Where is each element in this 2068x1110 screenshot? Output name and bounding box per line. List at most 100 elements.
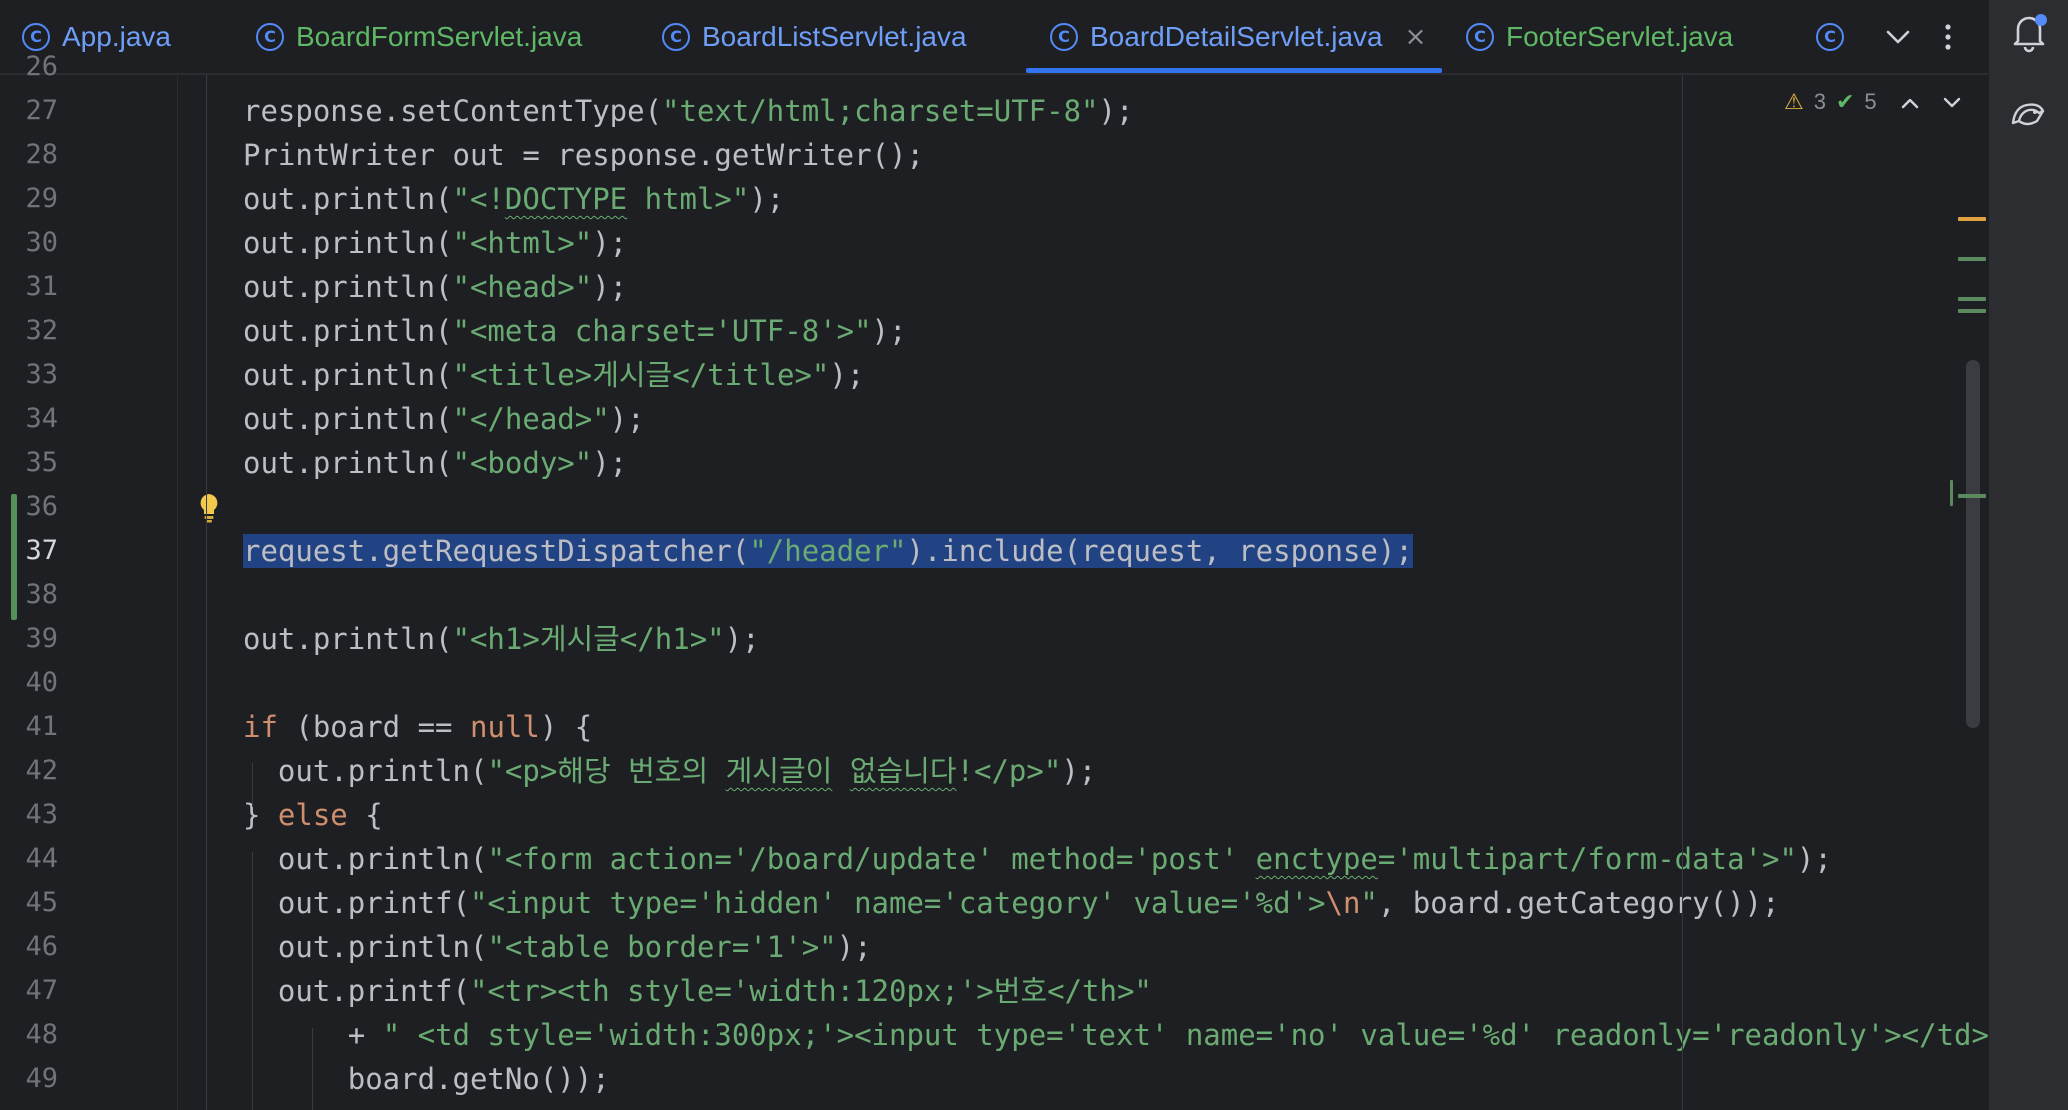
code-token: ); [829, 358, 865, 392]
line-number[interactable]: 36 [0, 485, 58, 529]
arrow-up-icon[interactable] [1901, 90, 1919, 114]
code-editor[interactable]: response.setContentType("text/html;chars… [178, 75, 1988, 1110]
code-line[interactable]: out.println("<!DOCTYPE html>"); [243, 177, 784, 221]
line-number[interactable]: 44 [0, 837, 58, 881]
code-line[interactable]: out.println("<form action='/board/update… [243, 837, 1832, 881]
line-number[interactable]: 34 [0, 397, 58, 441]
line-number[interactable]: 47 [0, 969, 58, 1013]
code-token: request.getRequestDispatcher( [243, 534, 750, 568]
ai-assistant-icon[interactable] [2007, 92, 2051, 136]
warning-marker[interactable] [1958, 217, 1986, 221]
caret-marker [1950, 480, 1953, 506]
tab-boardformservlet-java[interactable]: C BoardFormServlet.java [256, 0, 582, 73]
tab-footerservlet-java[interactable]: C FooterServlet.java [1466, 0, 1733, 73]
code-token: "</head>" [452, 402, 610, 436]
code-line[interactable]: out.printf("<tr><th style='width:120px;'… [243, 969, 1152, 1013]
line-number[interactable]: 40 [0, 661, 58, 705]
close-icon[interactable]: × [1405, 22, 1427, 52]
change-marker[interactable] [1958, 297, 1986, 301]
change-marker[interactable] [1958, 494, 1986, 498]
line-number[interactable]: 42 [0, 749, 58, 793]
code-line[interactable]: request.getRequestDispatcher("/header").… [243, 529, 1413, 573]
indent-guide [312, 1028, 313, 1110]
tab-overflow[interactable]: C [1816, 0, 1856, 73]
code-line[interactable]: out.println("<head>"); [243, 265, 627, 309]
code-token: ); [1098, 94, 1134, 128]
line-number[interactable]: 32 [0, 309, 58, 353]
code-line[interactable]: out.println("</head>"); [243, 397, 645, 441]
code-line[interactable]: response.setContentType("text/html;chars… [243, 89, 1133, 133]
change-marker[interactable] [1958, 257, 1986, 261]
code-token: ); [749, 182, 785, 216]
tab-boarddetailservlet-java[interactable]: C BoardDetailServlet.java × [1050, 0, 1426, 73]
line-number[interactable]: 30 [0, 221, 58, 265]
code-token: ); [592, 270, 628, 304]
class-icon: C [662, 22, 690, 51]
line-number[interactable]: 26 [0, 45, 58, 89]
more-vertical-icon[interactable] [1930, 0, 1966, 73]
indent-guide [206, 75, 207, 1110]
code-token: response.setContentType( [243, 94, 663, 128]
tab-boardlistservlet-java[interactable]: C BoardListServlet.java [662, 0, 967, 73]
notifications-icon[interactable] [2007, 10, 2051, 54]
vcs-change-marker[interactable] [11, 494, 17, 620]
code-line[interactable]: } else { [243, 793, 383, 837]
code-line[interactable]: out.println("<title>게시글</title>"); [243, 353, 864, 397]
inspection-widget[interactable]: ⚠ 3 ✔ 5 [1784, 86, 1961, 118]
line-number[interactable]: 33 [0, 353, 58, 397]
code-token: "text/html;charset=UTF-8" [662, 94, 1099, 128]
code-line[interactable]: out.println("<meta charset='UTF-8'>"); [243, 309, 906, 353]
indent-guide [252, 852, 253, 1110]
class-icon: C [1050, 22, 1078, 51]
code-token: null [469, 710, 540, 744]
code-token: out.println( [243, 358, 453, 392]
code-token: , board.getCategory()); [1377, 886, 1780, 920]
line-number[interactable]: 41 [0, 705, 58, 749]
code-line[interactable]: out.printf("<input type='hidden' name='c… [243, 881, 1780, 925]
line-number[interactable]: 31 [0, 265, 58, 309]
line-number[interactable]: 37 [0, 529, 58, 573]
code-token: } [243, 798, 278, 832]
line-number[interactable]: 48 [0, 1013, 58, 1057]
ok-count: 5 [1864, 89, 1877, 114]
code-token: else [277, 798, 348, 832]
check-icon: ✔ [1835, 89, 1855, 115]
line-number[interactable]: 45 [0, 881, 58, 925]
warning-icon: ⚠ [1784, 89, 1804, 115]
line-number[interactable]: 46 [0, 925, 58, 969]
code-line[interactable]: out.println("<h1>게시글</h1>"); [243, 617, 760, 661]
code-line[interactable]: out.println("<html>"); [243, 221, 627, 265]
code-token: \n [1325, 886, 1361, 920]
code-token: ); [592, 446, 628, 480]
code-token: "<p>해당 번호의 [487, 754, 726, 788]
code-token: " [1360, 886, 1378, 920]
code-token: " <td style='width:300px;'><input type='… [382, 1018, 1988, 1052]
code-line[interactable]: + " <td style='width:300px;'><input type… [243, 1013, 1988, 1057]
lightbulb-icon[interactable] [198, 492, 220, 524]
code-line[interactable]: if (board == null) { [243, 705, 592, 749]
class-icon: C [1816, 22, 1844, 51]
code-line[interactable]: PrintWriter out = response.getWriter(); [243, 133, 924, 177]
code-token: out.println( [243, 446, 453, 480]
code-token: 게시글이 [725, 754, 833, 788]
code-token: out.println( [243, 622, 453, 656]
code-line[interactable]: out.println("<body>"); [243, 441, 627, 485]
code-line[interactable]: out.println("<p>해당 번호의 게시글이 없습니다!</p>"); [243, 749, 1096, 793]
change-marker[interactable] [1958, 309, 1986, 313]
line-number[interactable]: 27 [0, 89, 58, 133]
line-number[interactable]: 39 [0, 617, 58, 661]
line-number[interactable]: 35 [0, 441, 58, 485]
line-number[interactable]: 29 [0, 177, 58, 221]
line-number[interactable]: 49 [0, 1057, 58, 1101]
chevron-down-icon[interactable] [1878, 0, 1918, 73]
line-number[interactable]: 28 [0, 133, 58, 177]
code-line[interactable]: board.getNo()); [243, 1057, 610, 1101]
vertical-scrollbar[interactable] [1966, 360, 1980, 728]
line-number[interactable]: 43 [0, 793, 58, 837]
code-token: "<h1>게시글</h1>" [452, 622, 725, 656]
code-line[interactable]: out.println("<table border='1'>"); [243, 925, 872, 969]
arrow-down-icon[interactable] [1943, 90, 1961, 114]
line-number[interactable]: 38 [0, 573, 58, 617]
code-token: out.println( [243, 842, 488, 876]
